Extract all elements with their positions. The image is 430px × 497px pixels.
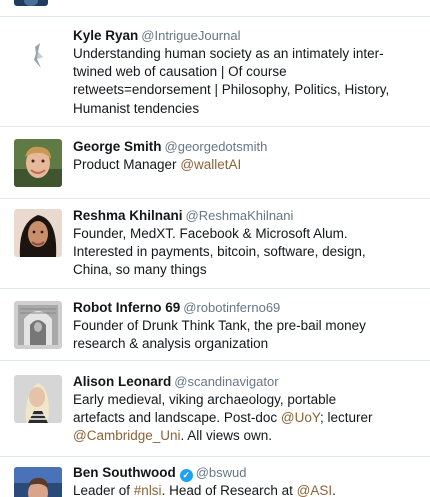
bio-line: retweets=endorsement | Philosophy, Polit… bbox=[73, 82, 390, 98]
user-fullname[interactable]: George Smith bbox=[73, 139, 162, 154]
user-item-alison-leonard[interactable]: Alison Leonard @scandinavigator Early med… bbox=[0, 361, 430, 457]
user-name-line: Reshma Khilnani @ReshmaKhilnani bbox=[73, 207, 418, 225]
verified-badge-icon: ✓ bbox=[179, 469, 193, 482]
avatar[interactable] bbox=[14, 467, 62, 497]
bio-line: @Cambridge_Uni. All views own. bbox=[73, 427, 418, 445]
avatar[interactable] bbox=[14, 139, 62, 187]
bio-line: research & analysis organization bbox=[73, 336, 269, 352]
bio-text: artefacts and landscape. Post-doc bbox=[73, 410, 281, 426]
user-bio: Early medieval, viking archaeology, port… bbox=[73, 391, 418, 446]
user-fullname[interactable]: Kyle Ryan bbox=[73, 28, 138, 43]
user-item-george-smith[interactable]: George Smith @georgedotsmith Product Mana… bbox=[0, 127, 430, 199]
bio-line: Founder, MedXT. Facebook & Microsoft Alu… bbox=[73, 226, 348, 241]
user-name-line: Kyle Ryan @IntrigueJournal bbox=[73, 27, 418, 45]
user-handle[interactable]: @bswud bbox=[196, 465, 247, 480]
avatar[interactable] bbox=[14, 30, 62, 78]
user-handle[interactable]: @robotinferno69 bbox=[183, 300, 280, 315]
bio-line: China, so many things bbox=[73, 262, 207, 278]
avatar[interactable] bbox=[14, 301, 62, 349]
user-handle[interactable]: @IntrigueJournal bbox=[141, 28, 240, 43]
user-item-ben-southwood[interactable]: Ben Southwood ✓ @bswud Leader of #nlsi. He… bbox=[0, 457, 430, 497]
bio-mention-link[interactable]: @ASI bbox=[297, 483, 332, 497]
user-name-line: Robot Inferno 69 @robotinferno69 bbox=[73, 299, 418, 317]
user-name-line: Ben Southwood ✓ @bswud bbox=[73, 464, 418, 482]
bio-line: Humanist tendencies bbox=[73, 100, 200, 116]
avatar[interactable] bbox=[14, 0, 48, 6]
user-handle[interactable]: @ReshmaKhilnani bbox=[186, 208, 294, 223]
bio-text: . All views own. bbox=[180, 428, 273, 444]
bio-line: Founder of Drunk Think Tank, the pre-bai… bbox=[73, 318, 366, 333]
bio-mention-link[interactable]: @walletAI bbox=[180, 157, 241, 172]
bio-text: . bbox=[332, 483, 336, 497]
bio-line: Understanding human society as an intima… bbox=[73, 46, 384, 61]
user-fullname[interactable]: Alison Leonard bbox=[73, 374, 171, 389]
user-item-robot-inferno-69[interactable]: Robot Inferno 69 @robotinferno69 Founder … bbox=[0, 289, 430, 361]
user-fullname[interactable]: Reshma Khilnani bbox=[73, 208, 183, 223]
user-item-reshma-khilnani[interactable]: Reshma Khilnani @ReshmaKhilnani Founder, … bbox=[0, 199, 430, 289]
follower-list: Kyle Ryan @IntrigueJournal Understanding … bbox=[0, 0, 430, 497]
bio-line: Interested in payments, bitcoin, softwar… bbox=[73, 244, 366, 260]
user-bio: Understanding human society as an intima… bbox=[73, 45, 418, 118]
bio-line: twined web of causation | Of course bbox=[73, 64, 287, 80]
user-handle[interactable]: @georgedotsmith bbox=[165, 139, 268, 154]
bio-text: Leader of bbox=[73, 483, 134, 497]
bio-text: . Head of Research at bbox=[161, 483, 297, 497]
user-bio: Product Manager @walletAI bbox=[73, 156, 418, 174]
user-name-line: George Smith @georgedotsmith bbox=[73, 138, 418, 156]
user-fullname[interactable]: Ben Southwood bbox=[73, 465, 176, 480]
bio-line: Early medieval, viking archaeology, port… bbox=[73, 392, 337, 407]
user-name-line: Alison Leonard @scandinavigator bbox=[73, 373, 418, 391]
user-bio: Founder of Drunk Think Tank, the pre-bai… bbox=[73, 317, 418, 353]
bio-mention-link[interactable]: @UoY bbox=[281, 410, 320, 425]
user-bio: Leader of #nlsi. Head of Research at @AS… bbox=[73, 482, 418, 497]
user-bio: Founder, MedXT. Facebook & Microsoft Alu… bbox=[73, 225, 418, 280]
user-item-kyle-ryan[interactable]: Kyle Ryan @IntrigueJournal Understanding … bbox=[0, 17, 430, 127]
bio-hashtag-link[interactable]: #nlsi bbox=[134, 483, 162, 497]
bio-mention-link[interactable]: @Cambridge_Uni bbox=[73, 428, 181, 443]
bio-text: Product Manager bbox=[73, 157, 181, 172]
avatar[interactable] bbox=[14, 375, 62, 423]
user-fullname[interactable]: Robot Inferno 69 bbox=[73, 300, 180, 315]
bio-text: ; lecturer bbox=[319, 410, 373, 426]
avatar[interactable] bbox=[14, 209, 62, 257]
bio-line: artefacts and landscape. Post-doc @UoY; … bbox=[73, 409, 418, 427]
user-handle[interactable]: @scandinavigator bbox=[174, 374, 278, 389]
